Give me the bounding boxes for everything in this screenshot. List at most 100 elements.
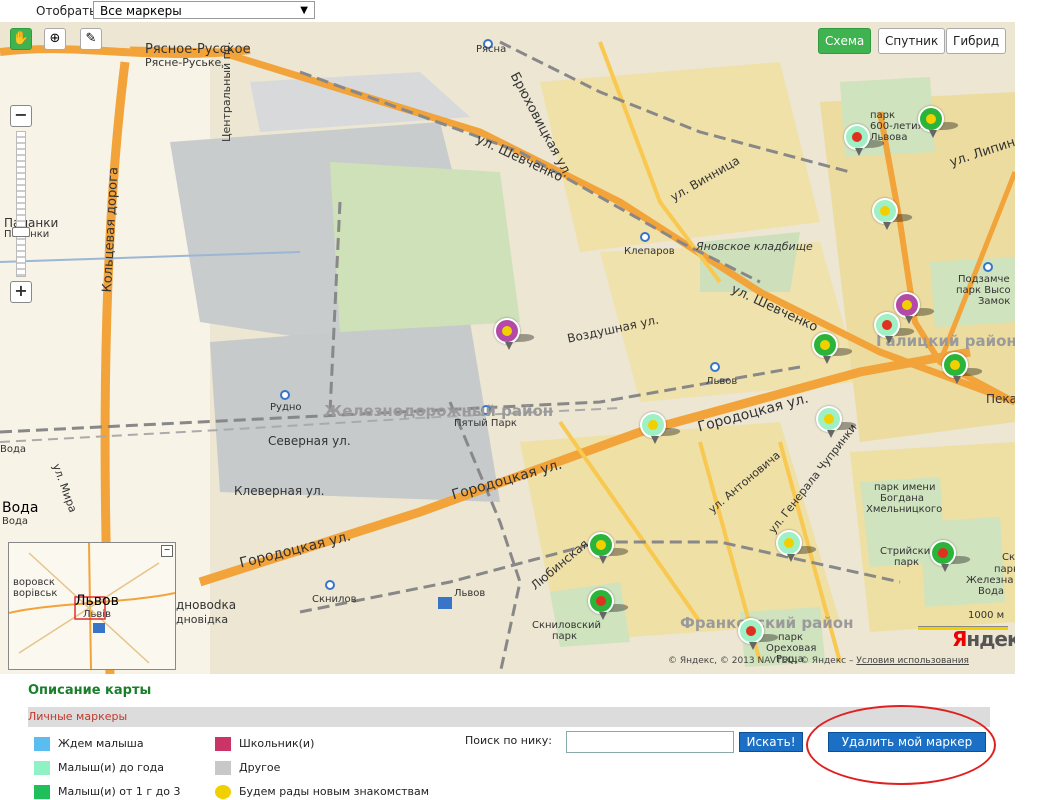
map-marker-baby[interactable] <box>738 618 781 652</box>
map-label: 600-летия <box>870 121 924 132</box>
legend-swatch <box>215 737 231 751</box>
map-label: Ск <box>1002 552 1015 563</box>
map-label: парк <box>870 110 896 121</box>
map-marker-toddler[interactable] <box>930 540 973 574</box>
map-marker-baby[interactable] <box>640 412 683 446</box>
map-type-hybrid-button[interactable]: Гибрид <box>946 28 1007 54</box>
map-label: Замок <box>978 296 1011 307</box>
legend-item: Другое <box>215 761 280 775</box>
minimap-label: воровск <box>13 577 55 588</box>
map-marker-baby[interactable] <box>776 530 819 564</box>
legend-item: Ждем малыша <box>34 737 144 751</box>
map-label: Рудно <box>270 402 302 413</box>
map-marker-toddler[interactable] <box>588 532 631 566</box>
map-label: Железнодорожный район <box>324 402 554 420</box>
zoom-slider-thumb[interactable] <box>12 227 30 237</box>
map-label: парк <box>894 557 920 568</box>
minimap-collapse-icon[interactable]: − <box>161 545 173 557</box>
map-label: Пятый Парк <box>454 418 517 429</box>
map-label: парк имени <box>874 482 936 493</box>
legend-item: Школьник(и) <box>215 737 314 751</box>
map-label: Стрийский <box>880 546 937 557</box>
legend-label: Школьник(и) <box>239 737 315 750</box>
map-label: Львов <box>454 588 486 599</box>
map-marker-baby[interactable] <box>874 312 917 346</box>
map-label: Клеверная ул. <box>234 484 325 498</box>
map-label: парк <box>552 631 578 642</box>
map-marker-toddler[interactable] <box>588 588 631 622</box>
legend-label: Другое <box>239 761 281 774</box>
legend-label: Будем рады новым знакомствам <box>239 785 430 798</box>
map-label: Пека <box>986 392 1015 406</box>
map-label: дновідка <box>176 613 229 626</box>
map-type-scheme-button[interactable]: Схема <box>818 28 872 54</box>
zoom-out-button[interactable]: − <box>10 105 32 127</box>
zoom-slider-track[interactable] <box>16 131 26 277</box>
filter-bar: Отобрать: Все маркеры ▼ <box>0 0 1042 22</box>
legend-label: Малыш(и) до года <box>58 761 164 774</box>
yandex-logo-rest: ндекс <box>966 627 1015 651</box>
legend-label: Ждем малыша <box>58 737 144 750</box>
filter-label: Отобрать: <box>36 4 101 18</box>
map-label: Рясне-Руське <box>145 56 222 69</box>
zoom-in-button[interactable]: + <box>10 281 32 303</box>
minimap-label: ворівськ <box>13 588 58 599</box>
filter-selected-value: Все маркеры <box>100 4 182 18</box>
map-label: Северная ул. <box>268 434 351 448</box>
map-label: Яновское кладбище <box>696 240 813 253</box>
minimap-city-label-ua: Львів <box>83 609 111 620</box>
map-label: Подзамче <box>958 274 1010 285</box>
legend-label: Малыш(и) от 1 г до 3 <box>58 785 181 798</box>
search-button[interactable]: Искать! <box>739 732 803 752</box>
map-label: Вода <box>0 444 27 455</box>
map-label: парк <box>778 632 804 643</box>
legend-section-title: Личные маркеры <box>28 710 128 723</box>
map-label: Львов <box>706 376 738 387</box>
nickname-search-input[interactable] <box>566 731 734 753</box>
delete-my-marker-button[interactable]: Удалить мой маркер <box>828 732 986 752</box>
zoom-area-icon[interactable]: ⊕ <box>44 28 66 50</box>
map-copyright: © Яндекс, © 2013 NAVTEQ, © Яндекс – Усло… <box>668 656 969 666</box>
map-label: Франковский район <box>680 614 854 632</box>
legend-section-header: Личные маркеры <box>28 707 990 727</box>
map-label: Хмельницкого <box>866 504 943 515</box>
zoom-control: − + <box>10 105 32 303</box>
map-label: Центральный пр. <box>220 41 233 142</box>
map-marker-toddler[interactable] <box>812 332 855 366</box>
map-label: дновodка <box>176 598 237 612</box>
map-label: Скнилов <box>312 594 357 605</box>
sun-icon <box>215 785 231 799</box>
legend-swatch <box>34 737 50 751</box>
legend-swatch <box>34 785 50 799</box>
map-label: Вода <box>978 586 1005 597</box>
legend-swatch <box>34 761 50 775</box>
map-label: Клепаров <box>624 246 675 257</box>
map-description-title: Описание карты <box>28 683 152 698</box>
map-canvas[interactable]: Рясное-Русское Рясне-Руське Рясна Брюхов… <box>0 22 1015 674</box>
yandex-logo: Яндекс <box>952 627 1015 651</box>
map-label: парк Высо <box>956 285 1011 296</box>
map-label: парк <box>994 564 1015 575</box>
map-marker-toddler[interactable] <box>918 106 961 140</box>
search-label: Поиск по нику: <box>465 734 552 747</box>
map-type-satellite-button[interactable]: Спутник <box>878 28 946 54</box>
minimap-city-label: Львов <box>75 593 119 609</box>
ruler-icon[interactable]: ✎ <box>80 28 102 50</box>
hand-tool-icon[interactable]: ✋ <box>10 28 32 50</box>
chevron-down-icon: ▼ <box>300 5 308 16</box>
map-label: Рясна <box>476 44 507 55</box>
map-marker-baby[interactable] <box>816 406 859 440</box>
legend-item: Малыш(и) до года <box>34 761 164 775</box>
yandex-logo-first: Я <box>952 627 967 651</box>
map-marker-pupil[interactable] <box>494 318 537 352</box>
map-marker-toddler[interactable] <box>942 352 985 386</box>
legend-swatch <box>215 761 231 775</box>
map-marker-baby[interactable] <box>872 198 915 232</box>
map-label: Богдана <box>880 493 924 504</box>
minimap[interactable]: воровск ворівськ Львов Львів − <box>8 542 176 670</box>
scale-label: 1000 м <box>968 610 1005 621</box>
copyright-text: © Яндекс, © 2013 NAVTEQ, © Яндекс – <box>668 656 857 666</box>
map-marker-baby[interactable] <box>844 124 887 158</box>
terms-link[interactable]: Условия использования <box>856 656 969 666</box>
filter-select[interactable]: Все маркеры ▼ <box>93 1 315 19</box>
